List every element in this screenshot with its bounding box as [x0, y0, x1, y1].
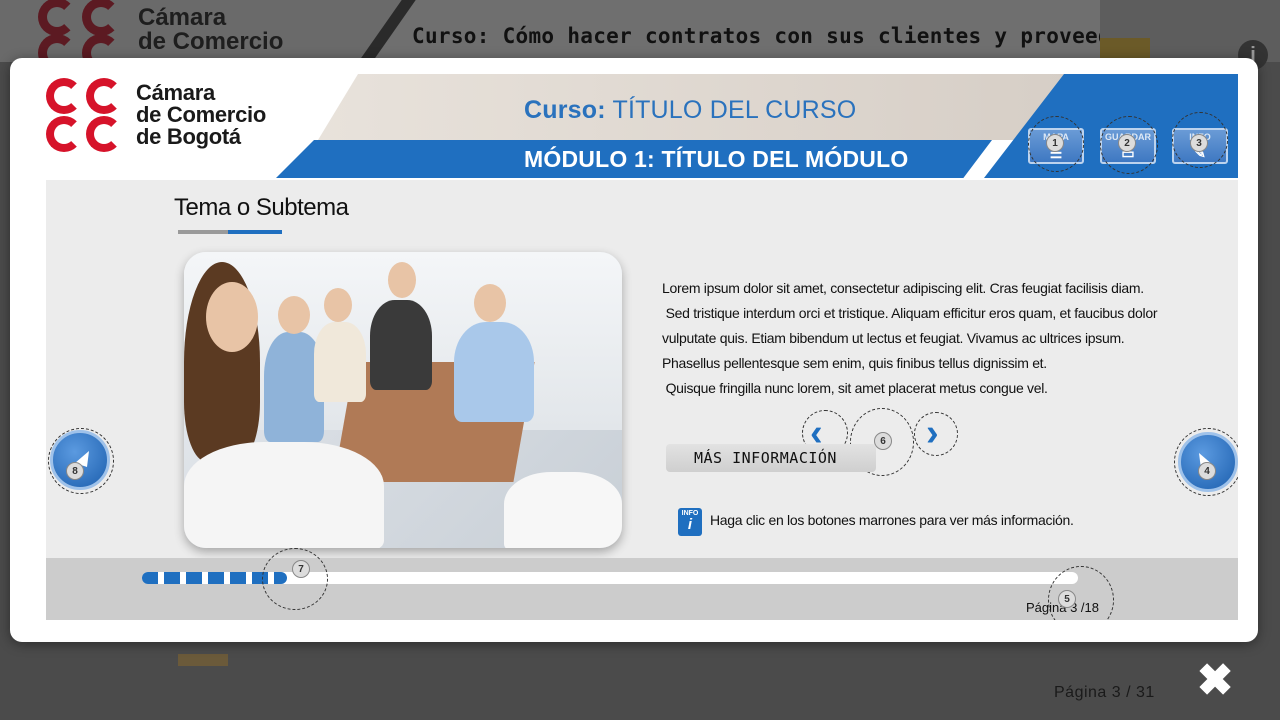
background-page-indicator: Página 3 / 31 [1054, 684, 1155, 701]
body-line-3: vulputate quis. Etiam bibendum ut lectus… [662, 330, 1125, 346]
logo-line-2: de Comercio [136, 102, 266, 127]
background-toolbar: i [1100, 0, 1280, 70]
background-course-title: Curso: Cómo hacer contratos con sus clie… [412, 24, 1163, 48]
close-icon[interactable]: ✖ [1194, 659, 1236, 703]
topic-underline [178, 230, 282, 234]
more-info-button[interactable]: MÁS INFORMACIÓN [666, 444, 876, 472]
slide: Cámara de Comercio de Bogotá Curso: TÍTU… [46, 72, 1238, 620]
body-line-4: Phasellus pellentesque sem enim, quis fi… [662, 355, 1047, 371]
course-title: Curso: TÍTULO DEL CURSO [524, 96, 856, 125]
logo-mark-icon [38, 0, 126, 72]
marker-ring-7 [262, 548, 328, 610]
bg-logo-line-2: de Comercio [138, 28, 284, 55]
background-logo: Cámara de Comercio [38, 0, 284, 72]
body-line-1: Lorem ipsum dolor sit amet, consectetur … [662, 280, 1144, 296]
marker-1: 1 [1046, 134, 1064, 152]
meeting-photo [184, 252, 622, 548]
marker-4: 4 [1198, 462, 1216, 480]
info-icon: INFO i [678, 508, 702, 536]
modal: Cámara de Comercio de Bogotá Curso: TÍTU… [10, 58, 1258, 642]
marker-3: 3 [1190, 134, 1208, 152]
carousel-next-ring [914, 412, 958, 456]
slide-footer: Página 3 /18 7 5 [46, 548, 1238, 620]
logo: Cámara de Comercio de Bogotá [46, 76, 266, 154]
slide-header: Cámara de Comercio de Bogotá Curso: TÍTU… [46, 72, 1238, 180]
marker-7: 7 [292, 560, 310, 578]
course-name: TÍTULO DEL CURSO [612, 96, 857, 124]
body-line-5: Quisque fringilla nunc lorem, sit amet p… [662, 380, 1048, 396]
module-title: MÓDULO 1: TÍTULO DEL MÓDULO [524, 146, 909, 172]
logo-line-3: de Bogotá [136, 124, 241, 149]
marker-6: 6 [874, 432, 892, 450]
marker-5: 5 [1058, 590, 1076, 608]
topic-title: Tema o Subtema [174, 194, 349, 221]
marker-ring-8 [48, 428, 114, 494]
body-text: Lorem ipsum dolor sit amet, consectetur … [662, 276, 1158, 401]
marker-2: 2 [1118, 134, 1136, 152]
hint-text: Haga clic en los botones marrones para v… [710, 512, 1074, 528]
marker-8: 8 [66, 462, 84, 480]
logo-mark-icon [46, 76, 126, 154]
body-line-2: Sed tristique interdum orci et tristique… [662, 305, 1158, 321]
marker-ring-5 [1048, 566, 1114, 620]
logo-line-1: Cámara [136, 80, 215, 105]
course-prefix: Curso: [524, 96, 606, 124]
bg-logo-line-1: Cámara [138, 4, 227, 31]
background-tag [178, 654, 228, 666]
